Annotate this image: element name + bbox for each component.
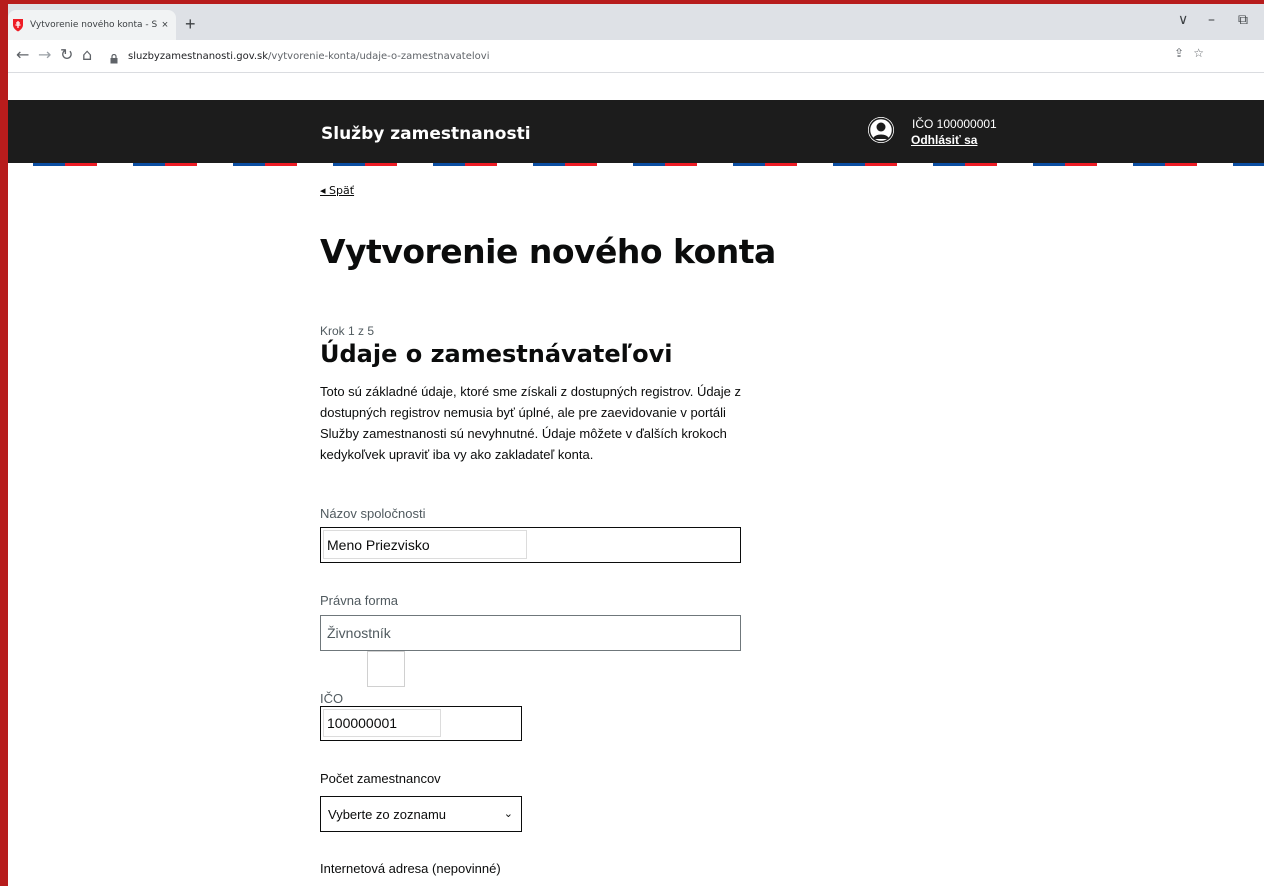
tab-close-icon[interactable]: × xyxy=(158,19,172,31)
flag-stripe-segment xyxy=(565,163,597,166)
chevron-down-icon: ⌄ xyxy=(503,808,513,820)
tab-search-icon[interactable]: ∨ xyxy=(1178,12,1188,28)
page-title: Vytvorenie nového konta xyxy=(320,232,776,271)
flag-stripe-segment xyxy=(1165,163,1197,166)
ico-label: IČO xyxy=(320,691,344,706)
flag-stripe-segment xyxy=(865,163,897,166)
window-frame-left xyxy=(0,0,8,886)
empty-box xyxy=(367,651,405,687)
flag-stripe-segment xyxy=(133,163,165,166)
flag-stripe-segment xyxy=(333,163,365,166)
employees-select[interactable]: Vyberte zo zoznamu ⌄ xyxy=(320,796,522,832)
company-name-field[interactable]: Meno Priezvisko xyxy=(320,527,741,563)
back-link-label: Späť xyxy=(329,184,355,197)
flag-stripe-segment xyxy=(265,163,297,166)
flag-stripe-segment xyxy=(833,163,865,166)
logout-link[interactable]: Odhlásiť sa xyxy=(911,133,977,147)
flag-stripe-segment xyxy=(1065,163,1097,166)
home-icon[interactable]: ⌂ xyxy=(82,46,92,64)
flag-stripe-segment xyxy=(1133,163,1165,166)
ico-field[interactable]: 100000001 xyxy=(320,706,522,741)
flag-stripe-segment xyxy=(533,163,565,166)
lock-icon xyxy=(110,51,118,64)
user-ico-label: IČO 100000001 xyxy=(912,117,997,131)
flag-stripe-segment xyxy=(1233,163,1264,166)
restore-button[interactable]: ⧉ xyxy=(1238,12,1248,28)
website-label: Internetová adresa (nepovinné) xyxy=(320,861,501,876)
flag-stripe-segment xyxy=(33,163,65,166)
flag-stripe-segment xyxy=(933,163,965,166)
step-indicator: Krok 1 z 5 xyxy=(320,324,375,338)
company-name-value: Meno Priezvisko xyxy=(327,537,430,553)
back-link[interactable]: ◂ Späť xyxy=(320,184,354,197)
flag-stripe-divider xyxy=(8,163,1264,166)
flag-stripe-segment xyxy=(465,163,497,166)
site-brand[interactable]: Služby zamestnanosti xyxy=(321,124,531,144)
flag-stripe-segment xyxy=(1033,163,1065,166)
browser-tab-bar: Vytvorenie nového konta - Služb × + ∨ – … xyxy=(8,4,1264,40)
user-avatar-icon xyxy=(868,117,894,143)
section-title: Údaje o zamestnávateľovi xyxy=(320,340,673,368)
browser-tab[interactable]: Vytvorenie nového konta - Služb × xyxy=(8,10,176,40)
flag-stripe-segment xyxy=(733,163,765,166)
legal-form-label: Právna forma xyxy=(320,593,399,608)
address-bar[interactable]: sluzbyzamestnanosti.gov.sk/vytvorenie-ko… xyxy=(110,44,1110,68)
flag-stripe-segment xyxy=(65,163,97,166)
flag-stripe-segment xyxy=(765,163,797,166)
forward-arrow-icon[interactable]: → xyxy=(38,46,51,64)
site-header: Služby zamestnanosti IČO 100000001 Odhlá… xyxy=(8,100,1264,163)
employees-label: Počet zamestnancov xyxy=(320,771,441,786)
company-name-label: Názov spoločnosti xyxy=(320,506,426,521)
flag-stripe-segment xyxy=(233,163,265,166)
flag-stripe-segment xyxy=(433,163,465,166)
tab-title: Vytvorenie nového konta - Služb xyxy=(30,20,158,30)
share-icon[interactable]: ⇪ xyxy=(1174,46,1184,60)
minimize-button[interactable]: – xyxy=(1208,12,1215,28)
url-path: /vytvorenie-konta/udaje-o-zamestnavatelo… xyxy=(268,50,490,62)
employees-selected-value: Vyberte zo zoznamu xyxy=(328,807,447,822)
flag-stripe-segment xyxy=(165,163,197,166)
new-tab-button[interactable]: + xyxy=(185,14,196,34)
intro-text: Toto sú základné údaje, ktoré sme získal… xyxy=(320,384,742,462)
bookmark-star-icon[interactable]: ☆ xyxy=(1193,46,1204,60)
flag-stripe-segment xyxy=(633,163,665,166)
flag-stripe-segment xyxy=(665,163,697,166)
back-arrow-icon[interactable]: ← xyxy=(16,46,29,64)
legal-form-field: Živnostník xyxy=(320,615,741,651)
url-text: sluzbyzamestnanosti.gov.sk/vytvorenie-ko… xyxy=(128,51,489,62)
ico-value: 100000001 xyxy=(327,715,398,731)
flag-stripe-segment xyxy=(965,163,997,166)
reload-icon[interactable]: ↻ xyxy=(60,46,73,64)
legal-form-value: Živnostník xyxy=(327,625,391,641)
browser-toolbar: ← → ↻ ⌂ sluzbyzamestnanosti.gov.sk/vytvo… xyxy=(8,40,1264,73)
flag-stripe-segment xyxy=(365,163,397,166)
site-favicon-icon xyxy=(12,18,24,32)
url-host: sluzbyzamestnanosti.gov.sk xyxy=(128,50,269,62)
